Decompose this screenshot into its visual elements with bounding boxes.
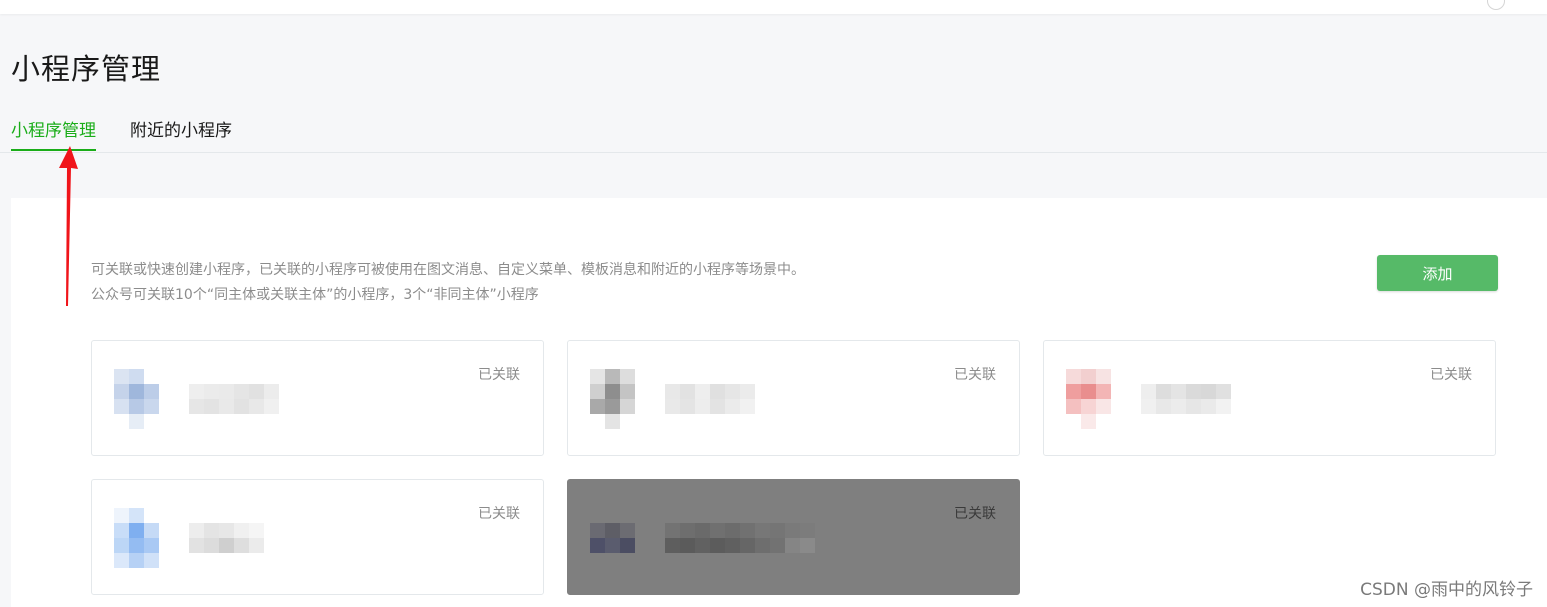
- mini-program-logo: [114, 508, 174, 568]
- mini-program-logo: [114, 369, 174, 429]
- mini-program-panel: 可关联或快速创建小程序，已关联的小程序可被使用在图文消息、自定义菜单、模板消息和…: [11, 198, 1547, 607]
- mini-program-name: [665, 523, 816, 553]
- mini-program-card[interactable]: 已关联: [91, 479, 544, 595]
- mini-program-card[interactable]: 已关联: [567, 340, 1020, 456]
- page-title: 小程序管理: [11, 52, 162, 86]
- mini-program-logo: [1066, 369, 1126, 429]
- mini-program-name: [189, 384, 295, 414]
- top-navigation-bar: [0, 0, 1547, 14]
- mini-program-name: [189, 523, 265, 553]
- mini-program-card[interactable]: 已关联: [91, 340, 544, 456]
- card-status-linked: 已关联: [954, 367, 996, 383]
- description-line-2: 公众号可关联10个“同主体或关联主体”的小程序，3个“非同主体”小程序: [91, 287, 539, 303]
- add-button[interactable]: 添加: [1377, 255, 1498, 291]
- mini-program-name: [665, 384, 771, 414]
- tab-bar: 小程序管理 附近的小程序: [0, 110, 1547, 153]
- user-avatar[interactable]: [1487, 0, 1505, 10]
- mini-program-logo: [590, 508, 650, 568]
- card-status-linked: 已关联: [478, 506, 520, 522]
- card-status-linked: 已关联: [478, 367, 520, 383]
- description-line-1: 可关联或快速创建小程序，已关联的小程序可被使用在图文消息、自定义菜单、模板消息和…: [91, 262, 805, 278]
- mini-program-card[interactable]: 已关联: [567, 479, 1020, 595]
- panel-description: 可关联或快速创建小程序，已关联的小程序可被使用在图文消息、自定义菜单、模板消息和…: [91, 258, 805, 308]
- tab-nearby-mini-programs[interactable]: 附近的小程序: [130, 116, 232, 151]
- mini-program-name: [1141, 384, 1247, 414]
- card-status-linked: 已关联: [1430, 367, 1472, 383]
- mini-program-logo: [590, 369, 650, 429]
- mini-program-card[interactable]: 已关联: [1043, 340, 1496, 456]
- watermark: CSDN @雨中的风铃子: [1360, 580, 1533, 600]
- card-status-linked: 已关联: [954, 506, 996, 522]
- tab-mini-program-management[interactable]: 小程序管理: [11, 116, 96, 151]
